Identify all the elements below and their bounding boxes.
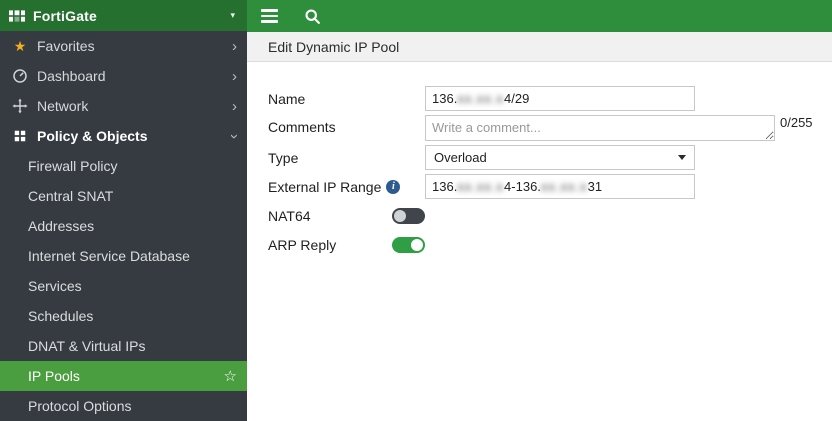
type-label: Type	[268, 149, 299, 166]
sidebar-item-policy-objects[interactable]: Policy & Objects ›	[0, 121, 247, 151]
sidebar-item-label: Policy & Objects	[37, 128, 148, 144]
network-icon	[12, 98, 28, 114]
name-value-redacted: xx.xx.x	[457, 91, 505, 106]
page-title: Edit Dynamic IP Pool	[268, 38, 400, 55]
sidebar-menu: ★ Favorites › Dashboard › Network › Poli…	[0, 31, 247, 421]
main-area: Edit Dynamic IP Pool Name 136. xx.xx.x 4/2…	[247, 0, 832, 421]
form-row-arp-reply: ARP Reply	[268, 232, 832, 257]
range-middle: 4-136.	[504, 179, 541, 194]
chevron-right-icon: ›	[232, 67, 237, 85]
sidebar-item-label: Addresses	[28, 218, 95, 234]
search-icon[interactable]	[304, 8, 321, 25]
name-label: Name	[268, 90, 306, 107]
sidebar-item-protocol-options[interactable]: Protocol Options	[0, 391, 247, 421]
sidebar-item-label: Protocol Options	[28, 398, 132, 414]
device-name: FortiGate	[33, 7, 98, 24]
app-root: FortiGate ▾ ★ Favorites › Dashboard › Ne…	[0, 0, 832, 421]
range-prefix: 136.	[432, 179, 458, 194]
page-header: Edit Dynamic IP Pool	[247, 32, 832, 62]
chevron-right-icon: ›	[232, 97, 237, 115]
sidebar-item-addresses[interactable]: Addresses	[0, 211, 247, 241]
sidebar: FortiGate ▾ ★ Favorites › Dashboard › Ne…	[0, 0, 247, 421]
chevron-down-icon: ›	[226, 133, 243, 139]
fortigate-logo-icon	[9, 8, 25, 24]
edit-ip-pool-form: Name 136.xx.xx.x4/29 Comments 0/255 Type…	[247, 62, 832, 261]
sidebar-item-label: Central SNAT	[28, 188, 114, 204]
sidebar-item-internet-service-database[interactable]: Internet Service Database	[0, 241, 247, 271]
name-value-suffix: 4/29	[504, 91, 530, 106]
external-ip-range-label: External IP Range i	[268, 179, 425, 195]
sidebar-item-label: Favorites	[37, 38, 95, 54]
sidebar-item-central-snat[interactable]: Central SNAT	[0, 181, 247, 211]
arp-reply-toggle[interactable]	[392, 236, 425, 253]
top-toolbar	[247, 0, 832, 32]
sidebar-item-favorites[interactable]: ★ Favorites ›	[0, 31, 247, 61]
sidebar-item-dashboard[interactable]: Dashboard ›	[0, 61, 247, 91]
sidebar-item-label: Firewall Policy	[28, 158, 118, 174]
sidebar-item-ip-pools[interactable]: IP Pools ☆	[0, 361, 247, 391]
sidebar-item-dnat-virtual-ips[interactable]: DNAT & Virtual IPs	[0, 331, 247, 361]
policy-objects-icon	[12, 128, 28, 144]
arp-reply-label: ARP Reply	[268, 236, 337, 253]
sidebar-item-label: IP Pools	[28, 368, 80, 384]
name-value-prefix: 136.	[432, 91, 458, 106]
comments-textarea[interactable]	[425, 115, 775, 141]
form-row-nat64: NAT64	[268, 203, 832, 228]
info-icon[interactable]: i	[386, 179, 401, 194]
comments-char-counter: 0/255	[780, 115, 813, 130]
star-icon: ★	[13, 38, 27, 54]
type-selected-value: Overload	[434, 150, 487, 165]
nat64-toggle[interactable]	[392, 207, 425, 224]
type-select[interactable]: Overload	[425, 145, 695, 170]
chevron-down-icon: ▾	[230, 10, 235, 20]
range-redacted-2: xx.xx.x	[540, 179, 588, 194]
sidebar-item-services[interactable]: Services	[0, 271, 247, 301]
toggle-knob	[394, 209, 406, 222]
favorite-star-icon[interactable]: ☆	[224, 367, 237, 385]
sidebar-item-network[interactable]: Network ›	[0, 91, 247, 121]
device-selector[interactable]: FortiGate ▾	[0, 0, 247, 31]
range-redacted-1: xx.xx.x	[457, 179, 505, 194]
name-input[interactable]: 136. xx.xx.x 4/29	[425, 86, 695, 111]
sidebar-item-schedules[interactable]: Schedules	[0, 301, 247, 331]
sidebar-item-label: DNAT & Virtual IPs	[28, 338, 146, 354]
form-row-external-ip-range: External IP Range i 136. xx.xx.x 4-136. xx.…	[268, 174, 832, 199]
dropdown-caret-icon	[678, 155, 686, 160]
chevron-right-icon: ›	[232, 37, 237, 55]
external-ip-range-label-text: External IP Range	[268, 178, 382, 195]
menu-icon[interactable]	[261, 9, 278, 23]
sidebar-item-firewall-policy[interactable]: Firewall Policy	[0, 151, 247, 181]
range-suffix: 31	[587, 179, 603, 194]
sidebar-item-label: Internet Service Database	[28, 248, 190, 264]
toggle-knob	[411, 238, 423, 251]
sidebar-item-label: Network	[37, 98, 89, 114]
sidebar-item-label: Dashboard	[37, 68, 106, 84]
sidebar-item-label: Services	[28, 278, 82, 294]
form-row-type: Type Overload	[268, 145, 832, 170]
gauge-icon	[12, 68, 28, 84]
form-row-comments: Comments 0/255	[268, 115, 832, 141]
sidebar-item-label: Schedules	[28, 308, 94, 324]
nat64-label: NAT64	[268, 207, 311, 224]
comments-label: Comments	[268, 119, 336, 135]
form-row-name: Name 136. xx.xx.x 4/29	[268, 86, 832, 111]
external-ip-range-input[interactable]: 136. xx.xx.x 4-136. xx.xx.x 31	[425, 174, 695, 199]
